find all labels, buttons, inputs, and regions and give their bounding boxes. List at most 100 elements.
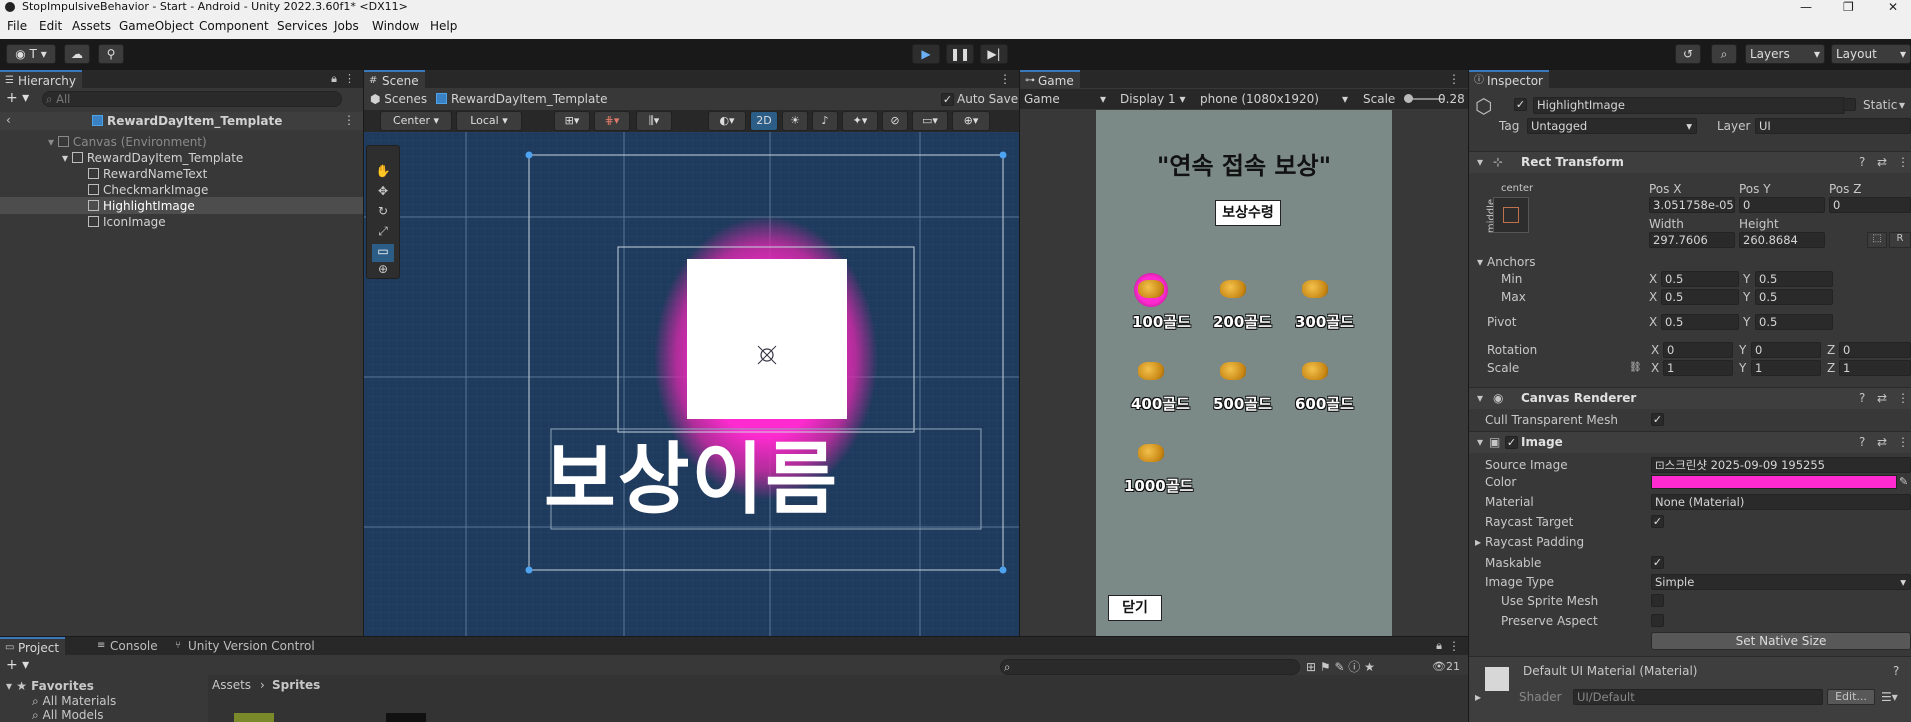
tab-inspector[interactable]: ⓘ Inspector xyxy=(1469,70,1549,88)
chevron-down-icon[interactable]: ▾ xyxy=(1899,97,1905,113)
cloud-icon[interactable]: ☁ xyxy=(64,44,90,64)
menu-services[interactable]: Services xyxy=(277,19,328,33)
menu-component[interactable]: Component xyxy=(199,19,269,33)
foldout-arrow-icon[interactable]: ▸ xyxy=(1475,534,1481,550)
claim-reward-button[interactable]: 보상수령 xyxy=(1215,200,1281,226)
tab-game[interactable]: ⊶ Game xyxy=(1020,70,1080,88)
scale-slider-thumb[interactable] xyxy=(1404,94,1413,103)
close-window-button[interactable]: ✕ xyxy=(1888,0,1898,14)
more-menu-icon[interactable]: ⋮ xyxy=(1448,72,1460,86)
display-dropdown[interactable]: Display 1 ▾ xyxy=(1120,91,1186,107)
hand-tool-icon[interactable]: ✋ xyxy=(372,164,394,182)
pivot-mode-dropdown[interactable]: Center ▾ xyxy=(380,111,452,131)
scale-z-field[interactable]: 1 xyxy=(1839,360,1911,376)
rect-transform-header[interactable]: ▾ ⊹ Rect Transform ? ⇄ ⋮ xyxy=(1469,151,1911,173)
preset-icon[interactable]: ⇄ xyxy=(1877,435,1887,449)
grid-snap-icon[interactable]: ⊞▾ xyxy=(554,111,590,131)
link-icon[interactable]: ⛓ xyxy=(1629,360,1642,376)
canvas-renderer-header[interactable]: ▾ ◉ Canvas Renderer ? ⇄ ⋮ xyxy=(1469,387,1911,409)
rect-tool-icon[interactable]: ▭ xyxy=(372,244,394,262)
rotation-z-field[interactable]: 0 xyxy=(1839,342,1911,358)
account-button[interactable]: ◉ T ▾ xyxy=(6,44,56,64)
tab-version-control[interactable]: ⑂ Unity Version Control xyxy=(170,637,321,655)
scale-tool-icon[interactable]: ⤢ xyxy=(372,224,394,242)
static-checkbox[interactable] xyxy=(1843,98,1856,111)
asset-thumbnail[interactable] xyxy=(386,713,426,722)
blueprint-mode-icon[interactable]: ⬚ xyxy=(1867,232,1887,248)
anchor-max-y-field[interactable]: 0.5 xyxy=(1755,289,1833,305)
fav-all-models[interactable]: ⌕ All Models xyxy=(32,707,104,722)
shading-mode-icon[interactable]: ◐▾ xyxy=(708,111,746,131)
minimize-button[interactable]: — xyxy=(1800,0,1812,14)
breadcrumb-assets[interactable]: Assets xyxy=(212,677,251,693)
raycast-target-checkbox[interactable]: ✓ xyxy=(1651,515,1664,528)
layout-dropdown[interactable]: Layout ▾ xyxy=(1831,44,1911,64)
hierarchy-item-highlightimage[interactable]: HighlightImage xyxy=(88,198,195,214)
hierarchy-item-checkmarkimage[interactable]: CheckmarkImage xyxy=(88,182,208,198)
pause-button[interactable]: ❚❚ xyxy=(946,44,974,64)
more-menu-icon[interactable]: ⋮ xyxy=(1448,639,1460,653)
add-icon[interactable]: + ▾ xyxy=(6,657,29,673)
color-swatch[interactable] xyxy=(1651,475,1897,489)
transform-tool-icon[interactable]: ⊕ xyxy=(372,262,394,280)
favorites-header[interactable]: ▾ ★ Favorites xyxy=(6,678,94,694)
move-tool-icon[interactable]: ✥ xyxy=(372,184,394,202)
hierarchy-item-canvas-env[interactable]: ▾ Canvas (Environment) xyxy=(48,134,207,150)
eyedropper-icon[interactable]: ✎ xyxy=(1899,474,1908,490)
hierarchy-item-iconimage[interactable]: IconImage xyxy=(88,214,166,230)
help-icon[interactable]: ? xyxy=(1859,435,1865,449)
pivot-gizmo-icon[interactable] xyxy=(757,345,777,365)
scale-x-field[interactable]: 1 xyxy=(1663,360,1733,376)
tab-project[interactable]: ▭ Project xyxy=(0,637,66,655)
add-icon[interactable]: + ▾ xyxy=(6,90,29,106)
filter-icons[interactable]: ⊞ ⚑ ✎ ⓘ ★ xyxy=(1306,659,1375,675)
breadcrumb-sprites[interactable]: Sprites xyxy=(272,677,320,693)
menu-edit[interactable]: Edit xyxy=(39,19,62,33)
height-field[interactable]: 260.8684 xyxy=(1739,232,1825,248)
pivot-x-field[interactable]: 0.5 xyxy=(1661,314,1739,330)
menu-gameobject[interactable]: GameObject xyxy=(119,19,194,33)
anchor-presets-button[interactable] xyxy=(1493,197,1529,233)
foldout-arrow-icon[interactable]: ▾ xyxy=(1477,254,1483,270)
more-menu-icon[interactable]: ⋮ xyxy=(1897,155,1909,169)
anchor-min-x-field[interactable]: 0.5 xyxy=(1661,271,1739,287)
lock-icon[interactable]: 🔒︎ xyxy=(1436,639,1442,653)
close-button[interactable]: 닫기 xyxy=(1108,595,1162,621)
menu-assets[interactable]: Assets xyxy=(72,19,111,33)
breadcrumb-prefab[interactable]: RewardDayItem_Template xyxy=(436,91,607,107)
play-button[interactable]: ▶ xyxy=(912,44,940,64)
shader-dropdown[interactable]: UI/Default xyxy=(1573,689,1823,705)
gizmos-icon[interactable]: ⊕▾ xyxy=(952,111,990,131)
cull-transparent-checkbox[interactable]: ✓ xyxy=(1651,413,1664,426)
preserve-aspect-checkbox[interactable] xyxy=(1651,614,1664,627)
history-icon[interactable]: ↺ xyxy=(1675,44,1701,64)
lock-icon[interactable]: 🔒︎ xyxy=(331,72,337,86)
width-field[interactable]: 297.7606 xyxy=(1649,232,1735,248)
preset-icon[interactable]: ⇄ xyxy=(1877,391,1887,405)
menu-jobs[interactable]: Jobs xyxy=(334,19,359,33)
scene-viewport[interactable]: 보상이름 xyxy=(364,132,1019,636)
set-native-size-button[interactable]: Set Native Size xyxy=(1651,632,1911,650)
step-button[interactable]: ▶| xyxy=(980,44,1008,64)
autosave-checkbox[interactable]: ✓ xyxy=(941,93,954,106)
image-type-dropdown[interactable]: Simple ▾ xyxy=(1651,574,1911,590)
more-menu-icon[interactable]: ⋮ xyxy=(1897,391,1909,405)
toggle-2d-button[interactable]: 2D xyxy=(750,111,778,131)
camera-icon[interactable]: ▭▾ xyxy=(912,111,948,131)
image-header[interactable]: ▾ ▣ ✓ Image ? ⇄ ⋮ xyxy=(1469,431,1911,453)
source-image-field[interactable]: ⊡스크린샷 2025-09-09 195255 xyxy=(1651,457,1911,473)
pos-z-field[interactable]: 0 xyxy=(1829,197,1911,213)
pos-y-field[interactable]: 0 xyxy=(1739,197,1825,213)
help-icon[interactable]: ? xyxy=(1893,663,1899,679)
lighting-icon[interactable]: ☀ xyxy=(782,111,808,131)
use-sprite-mesh-checkbox[interactable] xyxy=(1651,594,1664,607)
edit-shader-button[interactable]: Edit... xyxy=(1827,689,1875,705)
more-menu-icon[interactable]: ⋮ xyxy=(999,72,1011,86)
back-arrow-icon[interactable]: ‹ xyxy=(6,113,11,127)
menu-help[interactable]: Help xyxy=(430,19,457,33)
anchor-min-y-field[interactable]: 0.5 xyxy=(1755,271,1833,287)
increment-snap-icon[interactable]: ⋕▾ xyxy=(594,111,630,131)
hierarchy-item-rewardnametext[interactable]: RewardNameText xyxy=(88,166,207,182)
tab-console[interactable]: ≡ Console xyxy=(92,637,164,655)
maskable-checkbox[interactable]: ✓ xyxy=(1651,556,1664,569)
